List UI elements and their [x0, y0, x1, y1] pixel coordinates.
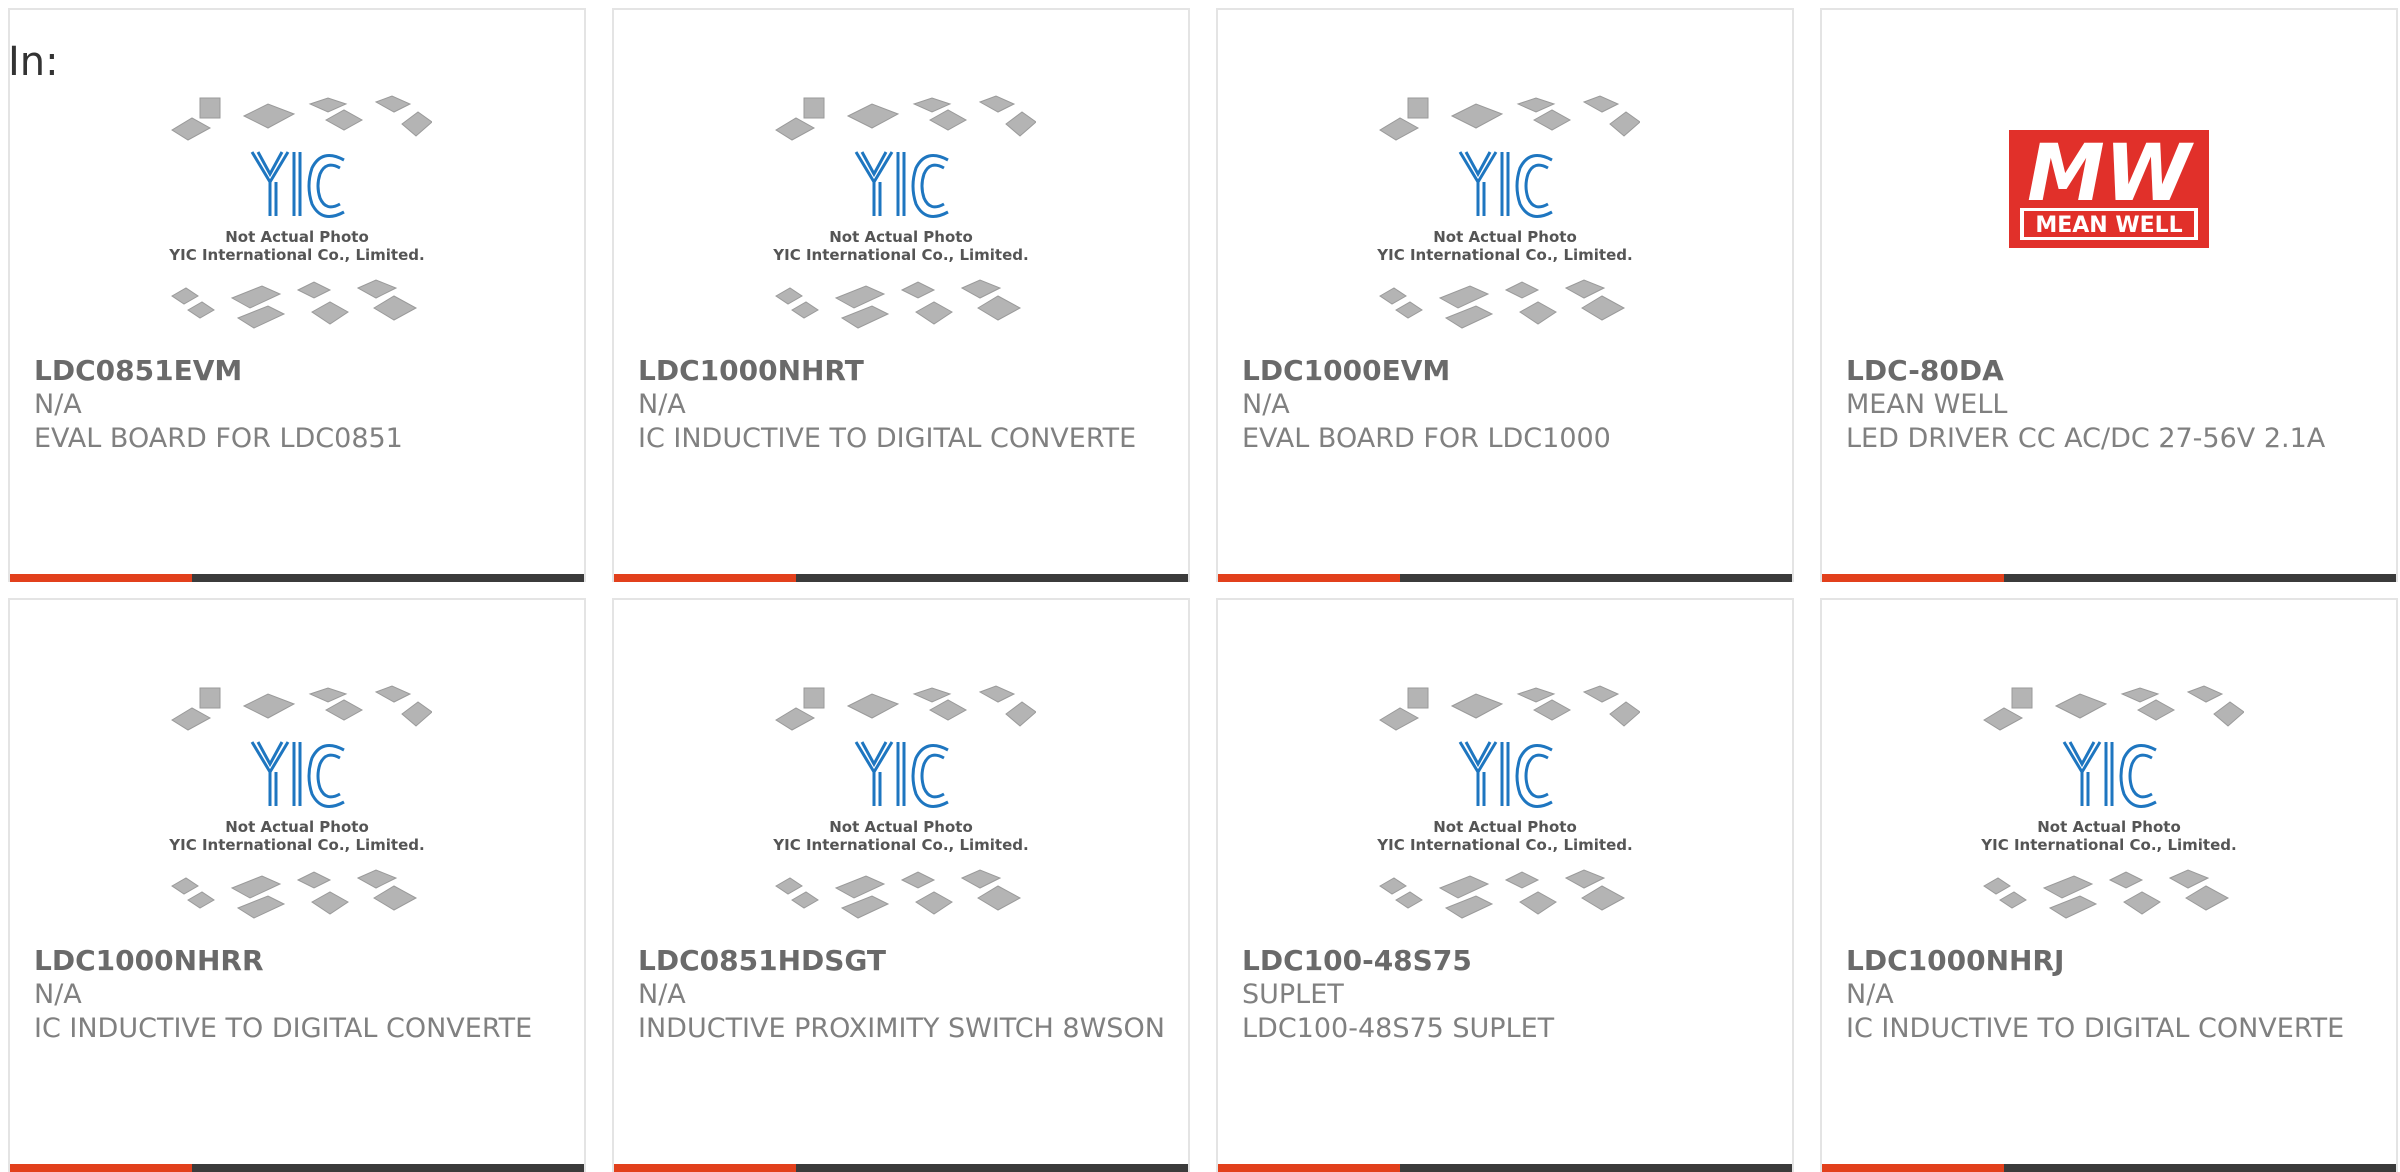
product-image: Not Actual Photo YIC International Co., … [10, 680, 584, 940]
product-image: MW MEAN WELL [1822, 90, 2396, 350]
svg-text:YIC International Co., Limited: YIC International Co., Limited. [168, 246, 424, 264]
product-image: Not Actual Photo YIC International Co., … [1822, 680, 2396, 940]
placeholder-caption: Not Actual Photo YIC International Co., … [168, 228, 424, 264]
part-number[interactable]: LDC1000EVM [1242, 354, 1772, 388]
card-footer-bar [1218, 1164, 1792, 1172]
svg-text:MW: MW [2027, 129, 2195, 219]
description: EVAL BOARD FOR LDC0851 [34, 423, 403, 454]
svg-text:YIC International Co., Limited: YIC International Co., Limited. [772, 836, 1028, 854]
description: EVAL BOARD FOR LDC1000 [1242, 423, 1611, 454]
part-number[interactable]: LDC0851EVM [34, 354, 564, 388]
card-footer-bar [1822, 574, 2396, 582]
product-card[interactable]: Not Actual Photo YIC International Co., … [612, 598, 1190, 1172]
meanwell-logo: MW MEAN WELL [2009, 129, 2209, 248]
product-image: Not Actual Photo YIC International Co., … [614, 90, 1188, 350]
description: IC INDUCTIVE TO DIGITAL CONVERTE [34, 1013, 533, 1044]
manufacturer: N/A [1242, 389, 1290, 420]
placeholder-caption: Not Actual Photo YIC International Co., … [1980, 818, 2236, 854]
placeholder-caption: Not Actual Photo YIC International Co., … [772, 818, 1028, 854]
placeholder-caption: Not Actual Photo YIC International Co., … [1376, 818, 1632, 854]
manufacturer: N/A [638, 979, 686, 1010]
card-footer-bar [614, 574, 1188, 582]
manufacturer: N/A [34, 389, 82, 420]
product-card[interactable]: Not Actual Photo YIC International Co., … [612, 8, 1190, 582]
manufacturer: MEAN WELL [1846, 389, 2008, 420]
placeholder-caption: Not Actual Photo YIC International Co., … [1376, 228, 1632, 264]
svg-text:Not Actual Photo: Not Actual Photo [1433, 228, 1577, 246]
part-number[interactable]: LDC1000NHRR [34, 944, 564, 978]
svg-text:Not Actual Photo: Not Actual Photo [1433, 818, 1577, 836]
card-footer-bar [614, 1164, 1188, 1172]
description: IC INDUCTIVE TO DIGITAL CONVERTE [638, 423, 1137, 454]
card-footer-bar [10, 1164, 584, 1172]
product-card[interactable]: MW MEAN WELL LDC-80DA MEAN WELL LED DRIV… [1820, 8, 2398, 582]
svg-text:MEAN WELL: MEAN WELL [2035, 213, 2182, 238]
search-prefix-label: In: [8, 39, 59, 85]
description: LDC100-48S75 SUPLET [1242, 1013, 1555, 1044]
product-image: Not Actual Photo YIC International Co., … [1218, 90, 1792, 350]
svg-text:Not Actual Photo: Not Actual Photo [225, 228, 369, 246]
product-card[interactable]: Not Actual Photo YIC International Co., … [1216, 8, 1794, 582]
product-image: Not Actual Photo YIC International Co., … [10, 90, 584, 350]
part-number[interactable]: LDC1000NHRJ [1846, 944, 2376, 978]
manufacturer: SUPLET [1242, 979, 1344, 1010]
svg-text:YIC International Co., Limited: YIC International Co., Limited. [1980, 836, 2236, 854]
svg-text:Not Actual Photo: Not Actual Photo [829, 228, 973, 246]
part-number[interactable]: LDC1000NHRT [638, 354, 1168, 388]
product-card[interactable]: Not Actual Photo YIC International Co., … [1820, 598, 2398, 1172]
manufacturer: N/A [34, 979, 82, 1010]
manufacturer: N/A [638, 389, 686, 420]
svg-text:YIC International Co., Limited: YIC International Co., Limited. [772, 246, 1028, 264]
svg-text:Not Actual Photo: Not Actual Photo [225, 818, 369, 836]
description: IC INDUCTIVE TO DIGITAL CONVERTE [1846, 1013, 2345, 1044]
product-card[interactable]: Not Actual Photo YIC International Co., … [8, 598, 586, 1172]
manufacturer: N/A [1846, 979, 1894, 1010]
svg-text:Not Actual Photo: Not Actual Photo [829, 818, 973, 836]
product-card[interactable]: Not Actual Photo YIC International Co., … [1216, 598, 1794, 1172]
svg-text:Not Actual Photo: Not Actual Photo [2037, 818, 2181, 836]
description: LED DRIVER CC AC/DC 27-56V 2.1A [1846, 423, 2326, 454]
svg-text:YIC International Co., Limited: YIC International Co., Limited. [168, 836, 424, 854]
placeholder-caption: Not Actual Photo YIC International Co., … [772, 228, 1028, 264]
svg-text:YIC International Co., Limited: YIC International Co., Limited. [1376, 836, 1632, 854]
card-footer-bar [1822, 1164, 2396, 1172]
product-image: Not Actual Photo YIC International Co., … [1218, 680, 1792, 940]
card-footer-bar [1218, 574, 1792, 582]
part-number[interactable]: LDC0851HDSGT [638, 944, 1168, 978]
part-number[interactable]: LDC-80DA [1846, 354, 2376, 388]
product-image: Not Actual Photo YIC International Co., … [614, 680, 1188, 940]
description: INDUCTIVE PROXIMITY SWITCH 8WSON [638, 1013, 1165, 1044]
card-footer-bar [10, 574, 584, 582]
svg-text:YIC International Co., Limited: YIC International Co., Limited. [1376, 246, 1632, 264]
placeholder-caption: Not Actual Photo YIC International Co., … [168, 818, 424, 854]
product-card[interactable]: Not Actual Photo YIC International Co., … [8, 8, 586, 582]
part-number[interactable]: LDC100-48S75 [1242, 944, 1772, 978]
